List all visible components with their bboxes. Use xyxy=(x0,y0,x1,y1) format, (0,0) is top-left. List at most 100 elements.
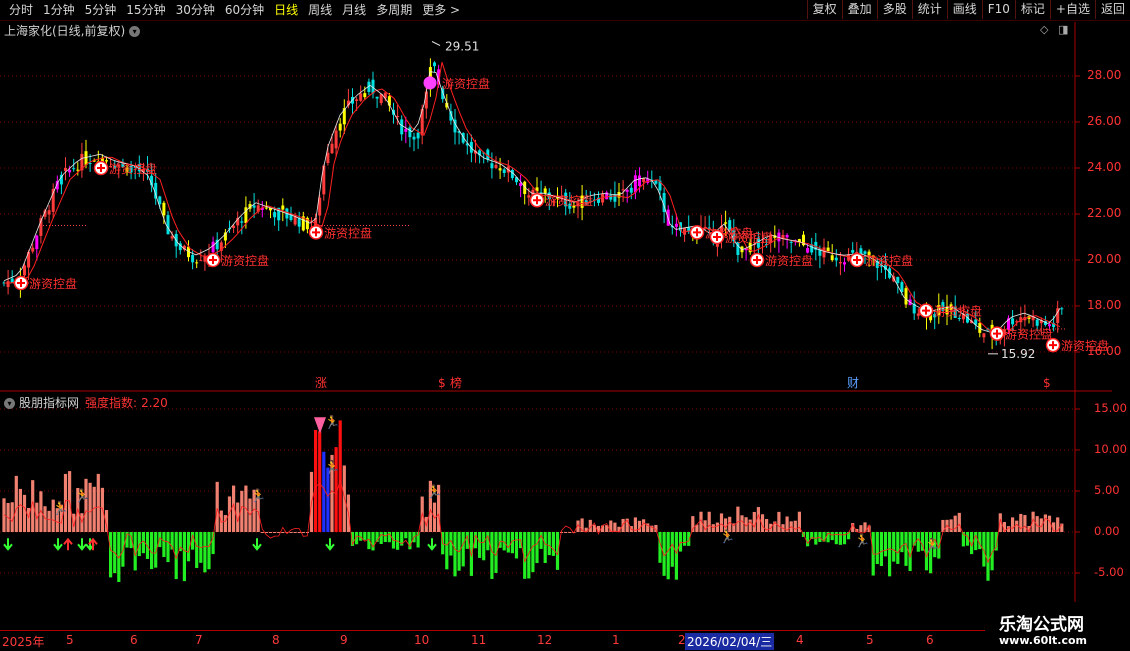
candle-body xyxy=(502,169,506,174)
tab-1min[interactable]: 1分钟 xyxy=(38,2,80,18)
candle-body xyxy=(31,247,35,252)
indicator-bar xyxy=(461,532,465,567)
indicator-bar xyxy=(289,532,293,533)
overlay-button[interactable]: 叠加 xyxy=(841,0,877,19)
indicator-bar xyxy=(18,488,22,532)
indicator-bar xyxy=(215,481,219,532)
indicator-bar xyxy=(736,506,740,532)
candle-body xyxy=(838,262,842,264)
candle-body xyxy=(297,218,301,227)
signal-label: 游资控盘 xyxy=(442,76,490,91)
indicator-header: ▾ 股朋指标网 强度指数: 2.20 xyxy=(4,394,168,411)
low-price-label: 15.92 xyxy=(1001,347,1035,361)
candle-body xyxy=(654,180,658,184)
indicator-bar xyxy=(338,420,342,532)
candle-body xyxy=(88,162,92,164)
candle-body xyxy=(195,262,199,264)
tab-weekly[interactable]: 周线 xyxy=(303,2,337,18)
candle-body xyxy=(273,212,277,218)
tab-30min[interactable]: 30分钟 xyxy=(171,2,220,18)
indicator-bar xyxy=(318,431,322,532)
main-chart[interactable]: 游资控盘游资控盘游资控盘游资控盘游资控盘游资控盘游资控盘游资控盘 游资控盘游资控盘… xyxy=(0,22,1112,392)
indicator-bar xyxy=(195,532,199,569)
tab-monthly[interactable]: 月线 xyxy=(337,2,371,18)
indicator-bar xyxy=(908,532,912,572)
indicator-bar xyxy=(268,532,273,533)
candle-body xyxy=(638,175,641,186)
candle-body xyxy=(1011,318,1015,325)
indicator-bar xyxy=(883,532,888,557)
candle-body xyxy=(851,249,855,253)
indicator-bar xyxy=(383,532,387,543)
signal-label: 游资控盘 xyxy=(765,253,813,268)
down-arrow-icon xyxy=(3,538,13,551)
indicator-bar xyxy=(916,532,920,552)
indicator-bar xyxy=(740,515,744,532)
candle-body xyxy=(359,93,363,101)
indicator-bar xyxy=(551,532,555,556)
multi-stock-button[interactable]: 多股 xyxy=(876,0,912,19)
candle-body xyxy=(322,165,326,195)
candle-body xyxy=(281,205,285,210)
indicator-bar xyxy=(879,532,883,566)
tab-more[interactable]: 更多 > xyxy=(417,2,465,18)
candle-body xyxy=(843,262,846,265)
toolbar: 分时 1分钟 5分钟 15分钟 30分钟 60分钟 日线 周线 月线 多周期 更… xyxy=(0,0,1130,21)
indicator-bar xyxy=(514,532,519,559)
candle-body xyxy=(64,167,67,171)
indicator-bar xyxy=(22,494,27,532)
indicator-bar xyxy=(957,512,961,532)
x-axis-label: 7 xyxy=(195,633,203,647)
indicator-menu-icon[interactable]: ▾ xyxy=(4,398,15,409)
tab-5min[interactable]: 5分钟 xyxy=(80,2,122,18)
x-axis-label: 12 xyxy=(537,633,553,647)
mark-button[interactable]: 标记 xyxy=(1014,0,1050,19)
toolbar-buttons: 复权 叠加 多股 统计 画线 F10 标记 +自选 返回 xyxy=(806,0,1130,19)
tab-multi-period[interactable]: 多周期 xyxy=(371,2,417,18)
indicator-bar xyxy=(842,532,847,545)
indicator-bar xyxy=(896,532,900,564)
tab-60min[interactable]: 60分钟 xyxy=(220,2,269,18)
indicator-bar xyxy=(260,532,264,533)
candle-body xyxy=(543,188,547,194)
runner-icon: 🏃 xyxy=(719,529,735,545)
tab-daily[interactable]: 日线 xyxy=(269,2,303,18)
candle-body xyxy=(826,247,830,252)
fuquan-button[interactable]: 复权 xyxy=(806,0,842,19)
x-axis-label: 6 xyxy=(926,633,934,647)
down-arrow-icon xyxy=(77,538,87,551)
runner-icon: 🏃 xyxy=(426,484,442,500)
high-pointer xyxy=(431,41,441,46)
draw-line-button[interactable]: 画线 xyxy=(946,0,982,19)
down-arrow-icon xyxy=(427,538,437,551)
indicator-name[interactable]: 股朋指标网 xyxy=(19,396,79,410)
indicator-chart[interactable]: 🏃 🏃 🏃 🏃 🏃 🏃 🏃 🏃 🏃 xyxy=(0,392,1112,630)
candle-body xyxy=(416,132,420,139)
crosshair-date-label: 2026/02/04/三 xyxy=(685,633,775,650)
indicator-bar xyxy=(678,532,683,552)
indicator-bar xyxy=(109,532,113,578)
indicator-bar xyxy=(158,532,162,548)
indicator-bar-series xyxy=(2,420,1064,582)
f10-button[interactable]: F10 xyxy=(981,0,1015,19)
indicator-bar xyxy=(297,532,301,533)
high-price-label: 29.51 xyxy=(445,40,479,54)
candle-body xyxy=(408,127,412,138)
back-button[interactable]: 返回 xyxy=(1094,0,1130,19)
candle-body xyxy=(642,178,646,182)
indicator-bar xyxy=(609,520,613,532)
indicator-bar xyxy=(535,532,539,564)
indicator-bar xyxy=(859,525,863,532)
add-watchlist-button[interactable]: +自选 xyxy=(1049,0,1095,19)
indicator-bar xyxy=(683,532,687,546)
indicator-bar xyxy=(469,532,473,576)
right-side-panel[interactable] xyxy=(1112,22,1130,630)
candle-body xyxy=(105,160,108,162)
tab-15min[interactable]: 15分钟 xyxy=(121,2,170,18)
statistics-button[interactable]: 统计 xyxy=(911,0,947,19)
tab-fenshi[interactable]: 分时 xyxy=(4,2,38,18)
indicator-bar xyxy=(478,532,482,558)
indicator-bar xyxy=(642,519,646,532)
indicator-bar xyxy=(379,532,383,544)
candle-body xyxy=(412,136,416,140)
